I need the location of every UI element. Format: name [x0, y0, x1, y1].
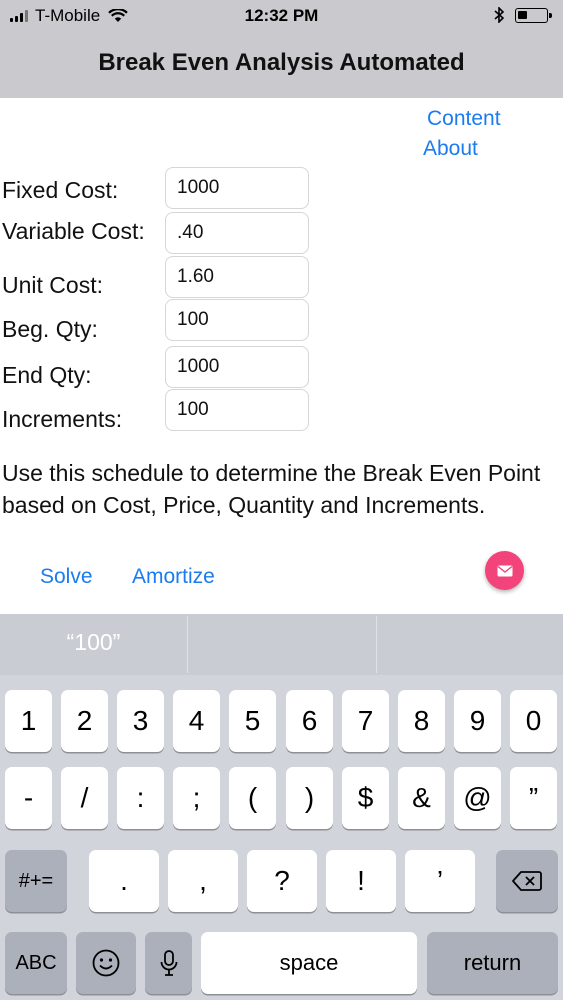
key-6[interactable]: 6 [286, 690, 333, 752]
envelope-icon [497, 565, 512, 576]
key-comma[interactable]: , [168, 850, 238, 912]
backspace-key[interactable] [496, 850, 558, 912]
key-2[interactable]: 2 [61, 690, 108, 752]
key-ampersand[interactable]: & [398, 767, 445, 829]
key-3[interactable]: 3 [117, 690, 164, 752]
key-4[interactable]: 4 [173, 690, 220, 752]
end-qty-input[interactable]: 1000 [165, 346, 309, 388]
key-period[interactable]: . [89, 850, 159, 912]
key-8[interactable]: 8 [398, 690, 445, 752]
key-7[interactable]: 7 [342, 690, 389, 752]
key-hyphen[interactable]: - [5, 767, 52, 829]
suggestion-bar: “100” [0, 614, 563, 675]
variable-cost-input[interactable]: .40 [165, 212, 309, 254]
navigation-bar: Break Even Analysis Automated [0, 32, 563, 98]
key-close-paren[interactable]: ) [286, 767, 333, 829]
emoji-icon [92, 949, 120, 977]
increments-input[interactable]: 100 [165, 389, 309, 431]
beg-qty-input[interactable]: 100 [165, 299, 309, 341]
key-apostrophe[interactable]: ’ [405, 850, 475, 912]
emoji-key[interactable] [76, 932, 136, 994]
key-5[interactable]: 5 [229, 690, 276, 752]
suggestion-1[interactable]: “100” [0, 614, 187, 675]
unit-cost-label: Unit Cost: [2, 272, 103, 298]
key-semicolon[interactable]: ; [173, 767, 220, 829]
status-bar: T-Mobile 12:32 PM [0, 0, 563, 32]
beg-qty-label: Beg. Qty: [2, 316, 98, 342]
key-dollar[interactable]: $ [342, 767, 389, 829]
return-key[interactable]: return [427, 932, 558, 994]
email-fab-button[interactable] [485, 551, 524, 590]
key-abc[interactable]: ABC [5, 932, 67, 994]
content-link[interactable]: Content [427, 107, 501, 131]
key-9[interactable]: 9 [454, 690, 501, 752]
page-title: Break Even Analysis Automated [98, 49, 465, 76]
key-slash[interactable]: / [61, 767, 108, 829]
unit-cost-input[interactable]: 1.60 [165, 256, 309, 298]
key-open-paren[interactable]: ( [229, 767, 276, 829]
variable-cost-label: Variable Cost: [2, 218, 145, 244]
key-exclamation[interactable]: ! [326, 850, 396, 912]
key-quote[interactable]: ” [510, 767, 557, 829]
key-0[interactable]: 0 [510, 690, 557, 752]
description-text: Use this schedule to determine the Break… [2, 460, 541, 518]
key-colon[interactable]: : [117, 767, 164, 829]
fixed-cost-label: Fixed Cost: [2, 177, 119, 203]
key-question[interactable]: ? [247, 850, 317, 912]
backspace-icon [512, 871, 542, 891]
solve-button[interactable]: Solve [40, 565, 93, 589]
suggestion-3[interactable] [377, 614, 563, 675]
keyboard: “100” 1 2 3 4 5 6 7 8 9 0 - / : ; ( ) $ … [0, 614, 563, 1000]
dictation-key[interactable] [145, 932, 192, 994]
about-link[interactable]: About [423, 137, 478, 161]
fixed-cost-input[interactable]: 1000 [165, 167, 309, 209]
suggestion-2[interactable] [188, 614, 376, 675]
key-more-symbols[interactable]: #+= [5, 850, 67, 912]
increments-label: Increments: [2, 406, 123, 432]
bluetooth-icon [494, 7, 505, 23]
space-key[interactable]: space [201, 932, 417, 994]
end-qty-label: End Qty: [2, 362, 92, 388]
microphone-icon [160, 950, 177, 976]
status-time: 12:32 PM [244, 6, 319, 25]
battery-icon [515, 8, 552, 23]
key-1[interactable]: 1 [5, 690, 52, 752]
amortize-button[interactable]: Amortize [132, 565, 215, 589]
key-at[interactable]: @ [454, 767, 501, 829]
